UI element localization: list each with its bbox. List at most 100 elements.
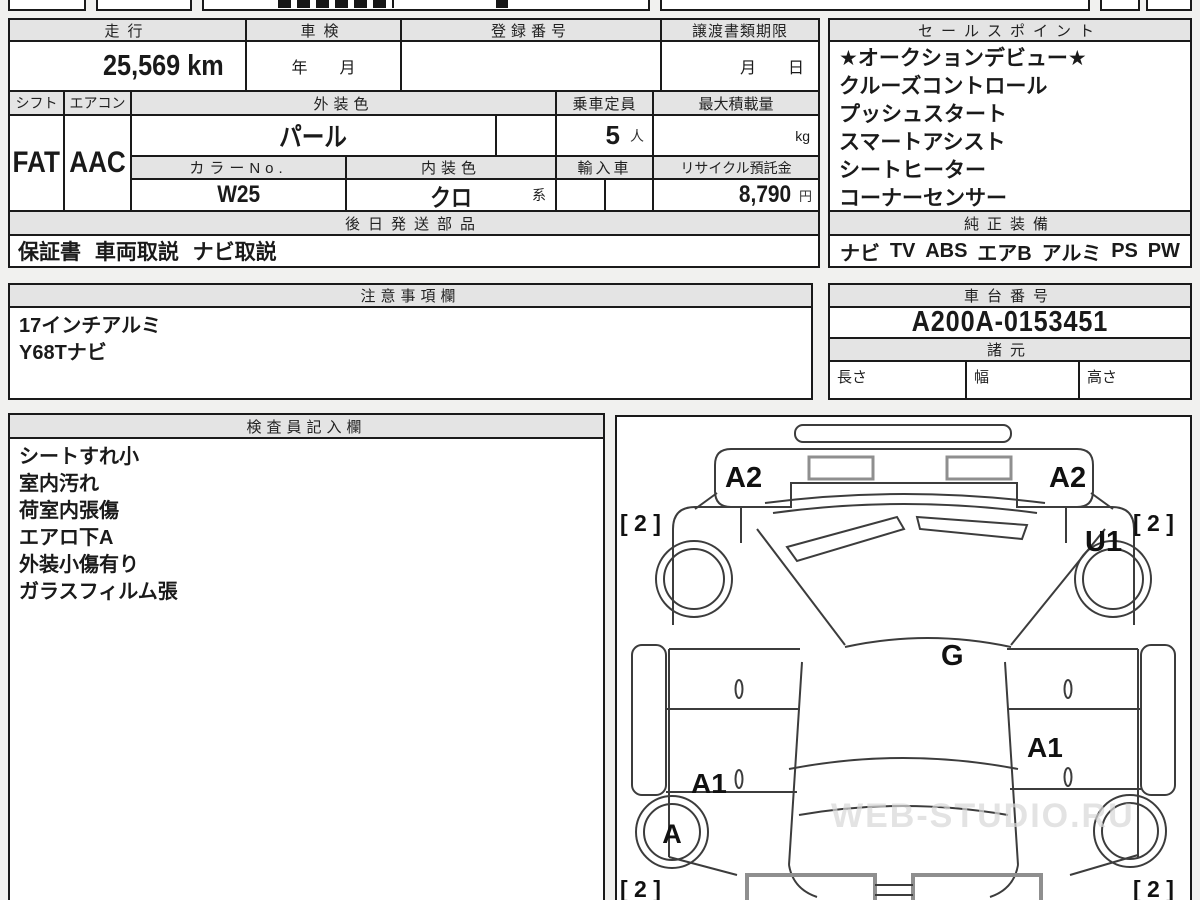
damage-label-a2-left: A2: [725, 462, 762, 494]
color-no-value: W25: [217, 181, 260, 208]
import-header-label: 輸入車: [577, 160, 632, 177]
recycle-deposit-header: リサイクル預託金: [652, 155, 820, 180]
inspection-value: 年 月: [291, 60, 356, 77]
later-parts-value: 保証書 車両取説 ナビ取説: [18, 241, 277, 264]
later-parts-header: 後日発送部品: [8, 210, 820, 236]
corner-grade-top-left: [ 2 ]: [620, 510, 661, 536]
import-value-cell: [555, 178, 606, 212]
registration-header-label: 登録番号: [490, 22, 571, 40]
capacity-header-label: 乗車定員: [572, 95, 637, 113]
sales-point-item: スマートアシスト: [839, 131, 1006, 154]
max-load-unit: kg: [795, 127, 810, 144]
shift-header-label: シフト: [15, 95, 58, 111]
spec-height-label: 高さ: [1087, 369, 1118, 386]
windshield-left-edge: [756, 528, 846, 646]
transfer-docs-header-label: 譲渡書類期限: [691, 22, 788, 40]
chassis-header: 車台番号: [828, 283, 1192, 308]
top-strip-cell: [1146, 0, 1192, 11]
top-strip-cell: [202, 0, 650, 11]
equipment-item: PW: [1147, 239, 1180, 262]
cowl-arc: [764, 493, 1046, 504]
capacity-value-cell: 5人: [555, 114, 654, 157]
recycle-deposit-value-cell: 8,790 円: [652, 178, 820, 212]
exterior-color-value-cell: パール: [130, 114, 497, 157]
auction-sheet: 走行 車検 登録番号 譲渡書類期限 25,569 km 年 月 月 日 シフト …: [0, 0, 1200, 900]
equipment-item: TV: [889, 239, 916, 262]
top-strip-cell: [8, 0, 86, 11]
exterior-color-extra-cell: [495, 114, 557, 157]
max-load-header: 最大積載量: [652, 90, 820, 116]
front-top-bar: [794, 424, 1012, 443]
sales-point-item: クルーズコントロール: [839, 75, 1048, 98]
equipment-title: 純正装備: [963, 215, 1056, 233]
wiper-right: [915, 515, 1029, 541]
specs-header: 諸元: [828, 337, 1192, 362]
notes-line: Y68Tナビ: [19, 342, 107, 364]
chassis-value-cell: A200A-0153451: [828, 306, 1192, 339]
max-load-value-cell: kg: [652, 114, 820, 157]
equipment-body: ナビ TV ABS エアB アルミ PS PW: [828, 234, 1192, 268]
damage-label-a2-right: A2: [1049, 462, 1086, 494]
roof-front-arc: [844, 637, 1012, 648]
rear-bumper-left: [745, 873, 877, 900]
sales-point-item: プッシュスタート: [839, 103, 1007, 126]
damage-label-a-rear-wheel: A: [662, 819, 682, 849]
top-strip-cell: [660, 0, 1090, 11]
spec-width-cell: 幅: [965, 360, 1080, 400]
interior-color-header-label: 内装色: [420, 160, 481, 177]
wiper-left: [785, 515, 906, 563]
import-header: 輸入車: [555, 155, 654, 180]
car-top-view-diagram: WEB-STUDIO.RU A2 A2 [ 2 ] [ 2 ] U1 G A1 …: [620, 424, 1176, 900]
side-rail-right: [1140, 644, 1176, 796]
shift-value: FAT: [12, 146, 61, 179]
spec-length-cell: 長さ: [828, 360, 967, 400]
rear-bumper-link: [875, 884, 913, 896]
capacity-header: 乗車定員: [555, 90, 654, 116]
capacity-value: 5: [605, 120, 620, 150]
inspector-line: シートすれ小: [19, 446, 139, 468]
aircon-header-label: エアコン: [69, 95, 126, 111]
notes-body: 17インチアルミ Y68Tナビ: [8, 306, 813, 400]
inspector-header: 検査員記入欄: [8, 413, 605, 439]
inspection-value-cell: 年 月: [245, 40, 402, 92]
sales-points-body: ★オークションデビュー★ クルーズコントロール プッシュスタート スマートアシス…: [828, 40, 1192, 212]
sales-point-item: ★オークションデビュー★: [839, 47, 1087, 70]
sales-points-title: セールスポイント: [917, 22, 1102, 40]
shift-value-cell: FAT: [8, 114, 65, 212]
mileage-header: 走行: [8, 18, 247, 42]
notes-header: 注意事項欄: [8, 283, 813, 308]
equipment-item: エアB: [977, 242, 1032, 265]
cropped-text-fragment: [496, 0, 508, 8]
equipment-item: PS: [1111, 239, 1138, 262]
corner-grade-bottom-right: [ 2 ]: [1133, 876, 1174, 900]
capacity-unit: 人: [630, 127, 644, 144]
interior-color-suffix: 系: [532, 187, 546, 203]
spec-height-cell: 高さ: [1078, 360, 1192, 400]
door-handle-left-front: [734, 679, 744, 699]
door-handle-right-front: [1063, 679, 1073, 699]
door-lines-left: [666, 708, 800, 793]
door-panel-left: [668, 648, 803, 866]
color-no-header-label: カラーNo.: [189, 160, 288, 177]
aircon-header: エアコン: [63, 90, 132, 116]
door-handle-left-rear: [734, 769, 744, 789]
color-no-value-cell: W25: [130, 178, 347, 212]
shift-header: シフト: [8, 90, 65, 116]
damage-label-a1-right: A1: [1027, 732, 1063, 763]
equipment-item: アルミ: [1041, 242, 1102, 265]
inspector-title: 検査員記入欄: [246, 418, 367, 436]
aircon-value-cell: AAC: [63, 114, 132, 212]
damage-diagram-box: WEB-STUDIO.RU A2 A2 [ 2 ] [ 2 ] U1 G A1 …: [615, 415, 1192, 900]
spec-length-label: 長さ: [837, 369, 868, 386]
interior-color-header: 内装色: [345, 155, 557, 180]
interior-color-value: クロ: [430, 184, 472, 212]
inspector-line: 荷室内張傷: [19, 500, 119, 522]
interior-color-value-cell: クロ 系: [345, 178, 557, 212]
top-strip-cell: [1100, 0, 1140, 11]
corner-grade-top-right: [ 2 ]: [1133, 510, 1174, 536]
registration-header: 登録番号: [400, 18, 662, 42]
inspector-line: ガラスフィルム張: [19, 581, 178, 603]
equipment-item: ナビ: [840, 242, 880, 265]
color-no-header: カラーNo.: [130, 155, 347, 180]
recycle-deposit-value: 8,790: [738, 181, 792, 208]
